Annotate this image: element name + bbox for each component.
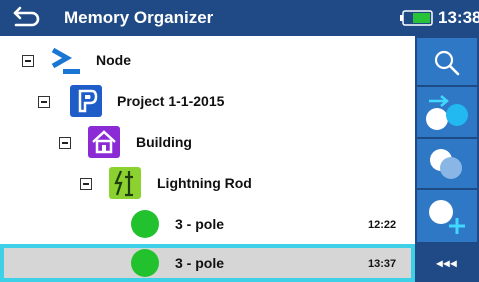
side-toolbar: ◂◂◂ [415, 36, 479, 282]
collapse-panel-button[interactable]: ◂◂◂ [417, 244, 477, 282]
tree-item-lightning-rod[interactable]: Lightning Rod [0, 163, 415, 204]
page-title: Memory Organizer [64, 8, 214, 27]
back-arrow-icon[interactable] [12, 4, 42, 32]
search-icon [434, 50, 460, 76]
tree-item-label: 3 - pole [175, 255, 225, 271]
tree-item-measurement-selected[interactable]: 3 - pole 13:37 [0, 244, 415, 282]
search-button[interactable] [417, 38, 477, 86]
clone-button[interactable] [417, 139, 477, 189]
tree-item-label: Building [136, 134, 192, 150]
memory-tree: Node Project 1-1-2015 Building Lightning… [0, 36, 415, 282]
timestamp: 13:37 [368, 258, 397, 270]
battery-icon [400, 10, 433, 26]
status-pass-icon [131, 210, 159, 238]
collapse-toggle[interactable] [38, 96, 50, 108]
collapse-toggle[interactable] [80, 178, 92, 190]
prompt-icon [51, 47, 80, 74]
tree-item-measurement[interactable]: 3 - pole 12:22 [0, 204, 415, 245]
tree-item-label: Lightning Rod [157, 175, 252, 191]
go-to-location-button[interactable] [417, 87, 477, 138]
timestamp: 12:22 [368, 219, 397, 231]
add-measurement-icon [429, 200, 465, 234]
tree-item-node[interactable]: Node [0, 40, 415, 81]
tree-item-label: Node [96, 52, 131, 68]
project-icon [70, 85, 102, 117]
house-icon [88, 126, 120, 158]
clock: 13:38 [438, 8, 479, 27]
collapse-toggle[interactable] [59, 137, 71, 149]
add-measurement-button[interactable] [417, 190, 477, 243]
title-bar: Memory Organizer 13:38 [0, 0, 479, 36]
tree-item-label: 3 - pole [175, 216, 225, 232]
collapse-arrows-icon: ◂◂◂ [436, 256, 458, 270]
tree-item-project[interactable]: Project 1-1-2015 [0, 81, 415, 122]
lightning-rod-icon [109, 167, 141, 199]
go-to-location-icon [426, 95, 468, 130]
tree-item-label: Project 1-1-2015 [117, 93, 225, 109]
tree-item-building[interactable]: Building [0, 122, 415, 163]
collapse-toggle[interactable] [22, 55, 34, 67]
status-pass-icon [131, 249, 159, 277]
clone-icon [430, 149, 462, 179]
